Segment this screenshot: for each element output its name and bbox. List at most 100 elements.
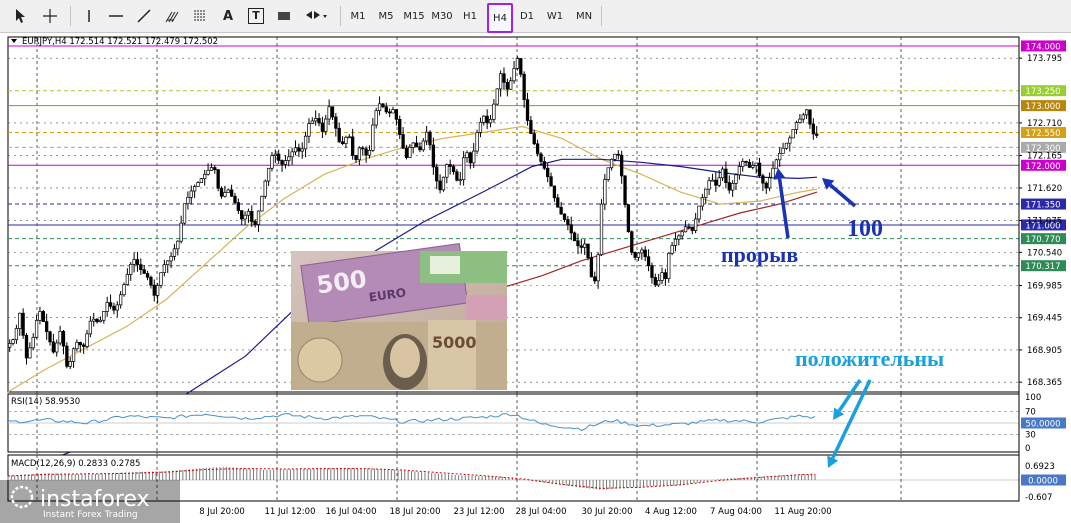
rectangle-icon[interactable] <box>272 5 296 27</box>
candle-body <box>391 109 395 114</box>
candle-body <box>502 73 506 83</box>
fibonacci-icon[interactable] <box>188 5 212 27</box>
candle-body <box>747 161 752 168</box>
candle-body <box>256 210 261 225</box>
price-tick: 172.710 <box>1027 119 1062 129</box>
candle-body <box>297 147 301 152</box>
candle-body <box>411 142 415 148</box>
toolbar: A T M1 M5 M15 M30 H1 H4 D1 W1 MN <box>0 0 1071 33</box>
candle-body <box>377 103 382 111</box>
cursor-icon[interactable] <box>8 5 32 27</box>
price-tick: 171.075 <box>1027 216 1062 226</box>
time-label: 16 Jul 04:00 <box>326 507 377 517</box>
candle-body <box>505 81 509 90</box>
candle-body <box>337 127 341 143</box>
candle-body <box>223 192 227 197</box>
candle-body <box>408 147 412 158</box>
rsi-axis-label: 70 <box>1025 407 1036 417</box>
text-label-icon[interactable]: T <box>244 5 268 27</box>
candle-body <box>31 336 35 349</box>
candle-body <box>707 180 711 190</box>
candle-body <box>767 177 772 189</box>
candle-body <box>88 320 93 335</box>
candle-body <box>660 272 664 281</box>
candle-body <box>34 320 39 338</box>
macd-axis-label: -0.607 <box>1025 493 1052 503</box>
price-tick: 169.985 <box>1027 282 1062 292</box>
candle-body <box>357 147 362 161</box>
timeframe-m15[interactable]: M15 <box>402 5 426 27</box>
candle-body <box>626 204 631 233</box>
candle-body <box>475 132 479 152</box>
timeframe-d1[interactable]: D1 <box>516 5 538 27</box>
level-label: 173.250 <box>1025 87 1060 97</box>
candle-body <box>609 158 614 169</box>
candle-body <box>11 339 15 344</box>
candle-body <box>683 226 688 233</box>
time-label: 28 Jul 04:00 <box>516 507 567 517</box>
breakout-annotation: прорыв <box>721 242 798 267</box>
candle-body <box>314 118 318 122</box>
candle-body <box>401 134 405 149</box>
candle-body <box>606 167 610 180</box>
candle-body <box>263 180 267 197</box>
instaforex-logo: instaforexInstant Forex Trading <box>0 480 180 523</box>
candle-body <box>145 273 150 278</box>
candle-body <box>546 167 550 178</box>
vertical-line-icon[interactable] <box>78 5 100 27</box>
price-chart[interactable]: 500 EURO 5000 RSI(14) 58.9530 MACD(12,26,… <box>0 33 1071 523</box>
candle-body <box>159 272 163 286</box>
candle-body <box>414 142 419 148</box>
candle-body <box>293 147 298 153</box>
timeframe-m5[interactable]: M5 <box>374 5 398 27</box>
candle-body <box>166 260 170 266</box>
candle-body <box>118 294 123 306</box>
candle-body <box>260 195 264 212</box>
candle-body <box>75 341 79 350</box>
horizontal-line-icon[interactable] <box>104 5 128 27</box>
timeframe-m30[interactable]: M30 <box>430 5 454 27</box>
candle-body <box>636 252 641 258</box>
candle-body <box>808 109 812 125</box>
candle-body <box>18 312 22 329</box>
timeframe-mn[interactable]: MN <box>572 5 596 27</box>
candle-body <box>569 224 573 234</box>
candle-body <box>804 109 809 116</box>
text-icon[interactable]: A <box>216 5 240 27</box>
candle-body <box>529 120 533 135</box>
candle-body <box>784 142 789 149</box>
candle-body <box>778 152 782 161</box>
candle-body <box>744 161 748 163</box>
candle-body <box>98 319 103 323</box>
candle-body <box>663 272 668 279</box>
candle-body <box>216 169 220 189</box>
candle-body <box>102 311 106 321</box>
candle-body <box>586 243 590 258</box>
timeframe-m1[interactable]: M1 <box>346 5 370 27</box>
arrows-dropdown-icon[interactable] <box>300 5 334 27</box>
symbol-info: EURJPY,H4 172.514 172.521 172.479 172.50… <box>22 37 218 47</box>
andrews-pitchfork-icon[interactable] <box>160 5 184 27</box>
timeframe-w1[interactable]: W1 <box>544 5 566 27</box>
candle-body <box>14 328 19 340</box>
timeframe-h4[interactable]: H4 <box>487 3 513 33</box>
candle-body <box>559 206 563 215</box>
candle-body <box>556 197 560 208</box>
macd-axis-label: 0.6923 <box>1025 462 1055 472</box>
candle-body <box>693 218 698 231</box>
candle-body <box>283 160 288 165</box>
level-label: 174.000 <box>1025 42 1060 52</box>
candle-body <box>798 118 802 123</box>
timeframe-h1[interactable]: H1 <box>459 5 481 27</box>
candle-body <box>374 110 378 126</box>
candle-body <box>677 235 681 240</box>
candle-body <box>142 269 146 274</box>
candle-body <box>155 285 160 296</box>
trendline-icon[interactable] <box>132 5 156 27</box>
candle-body <box>287 156 291 161</box>
candle-body <box>428 131 432 146</box>
candle-body <box>616 153 620 156</box>
crosshair-icon[interactable] <box>38 5 62 27</box>
candle-body <box>714 179 718 186</box>
candle-body <box>552 185 557 199</box>
